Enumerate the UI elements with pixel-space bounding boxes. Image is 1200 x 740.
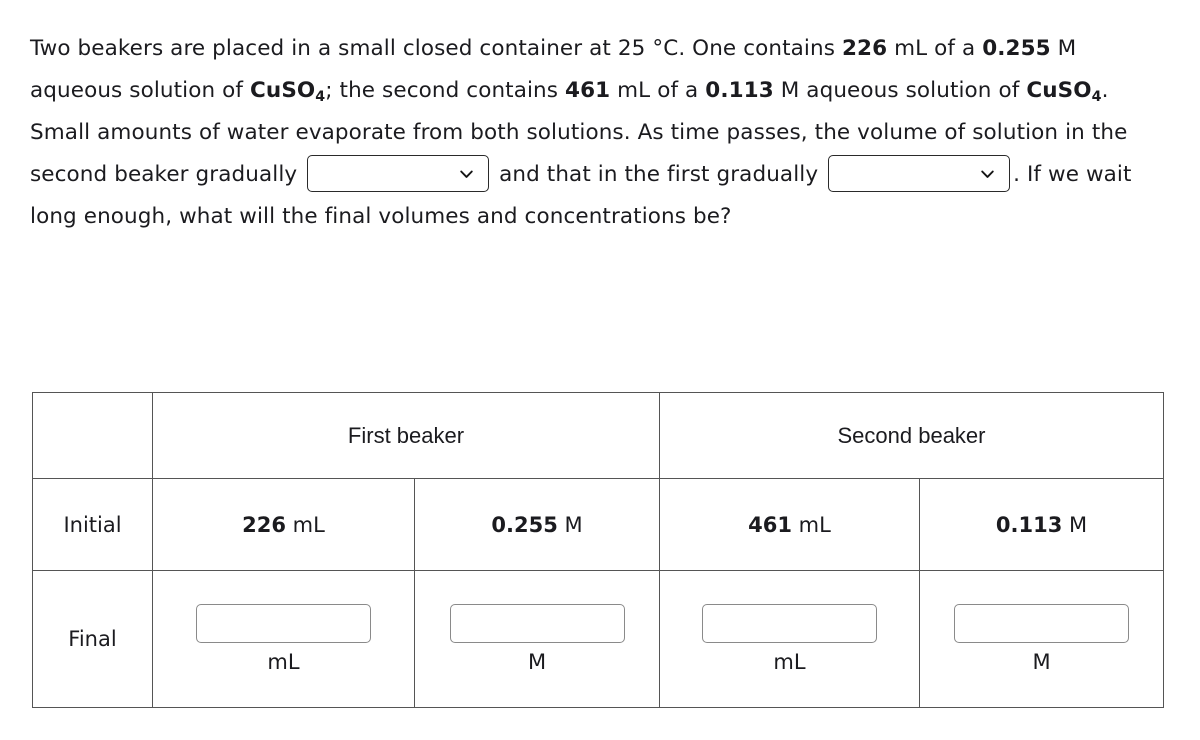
initial-volume-second-value: 461 [565, 78, 611, 103]
chevron-down-icon [979, 165, 996, 182]
question-paragraph: Two beakers are placed in a small closed… [30, 28, 1175, 238]
formula-subscript-first: 4 [315, 88, 326, 105]
final-second-concentration-cell: M [919, 570, 1164, 708]
chemical-formula-cuso4-first: CuSO4 [250, 78, 326, 105]
table-row-initial: Initial 226 mL 0.255 M 461 mL 0.113 M [32, 478, 1164, 571]
final-first-concentration-input[interactable] [449, 604, 625, 643]
final-second-volume-unit-label: mL [773, 650, 806, 674]
question-text-segment-6: M aqueous solution of [773, 78, 1027, 103]
chevron-down-icon [458, 165, 475, 182]
formula-main-second: CuSO [1026, 78, 1092, 103]
initial-volume-first-value: 226 [841, 36, 888, 61]
final-first-concentration-cell: M [414, 570, 660, 708]
final-first-concentration-unit-label: M [527, 650, 547, 674]
initial-first-volume-number: 226 [242, 512, 286, 537]
question-text-segment-5: mL of a [610, 78, 706, 103]
final-first-concentration-group: M [415, 571, 659, 707]
initial-second-volume-number: 461 [748, 512, 792, 537]
initial-first-concentration-cell: 0.255 M [414, 478, 660, 571]
question-text-segment-1: Two beakers are placed in a small closed… [30, 36, 842, 61]
initial-first-volume-unit: mL [286, 512, 325, 537]
table-header-row: First beaker Second beaker [32, 392, 1164, 479]
table-corner-blank-cell [32, 392, 153, 479]
final-second-volume-group: mL [660, 571, 919, 707]
initial-first-concentration-number: 0.255 [491, 512, 558, 537]
question-text-segment-8: and that in the first gradually [492, 162, 826, 187]
initial-concentration-first-value: 0.255 [982, 36, 1051, 61]
beaker-comparison-table: First beaker Second beaker Initial 226 m… [32, 392, 1164, 708]
initial-first-concentration-unit: M [557, 512, 583, 537]
formula-main-first: CuSO [250, 78, 316, 103]
second-beaker-trend-select[interactable] [307, 155, 490, 192]
final-second-volume-input[interactable] [702, 604, 877, 643]
question-text-segment-2: mL of a [887, 36, 983, 61]
final-second-concentration-group: M [920, 571, 1163, 707]
initial-second-concentration-unit: M [1062, 512, 1088, 537]
final-second-concentration-input[interactable] [954, 604, 1129, 643]
final-first-volume-input[interactable] [196, 604, 371, 643]
initial-concentration-second-value: 0.113 [705, 78, 774, 103]
table-row-final: Final mL M mL M [32, 570, 1164, 708]
column-header-second-beaker: Second beaker [659, 392, 1164, 479]
initial-second-volume-cell: 461 mL [659, 478, 920, 571]
final-second-concentration-unit-label: M [1032, 650, 1051, 674]
column-header-first-beaker: First beaker [152, 392, 660, 479]
chemical-formula-cuso4-second: CuSO4 [1026, 78, 1102, 105]
initial-first-volume-cell: 226 mL [152, 478, 415, 571]
final-first-volume-unit-label: mL [267, 650, 300, 674]
final-first-volume-cell: mL [152, 570, 415, 708]
initial-second-concentration-number: 0.113 [995, 512, 1063, 537]
initial-second-volume-unit: mL [792, 512, 831, 537]
final-first-volume-group: mL [153, 571, 414, 707]
row-label-initial: Initial [32, 478, 153, 571]
final-second-volume-cell: mL [659, 570, 920, 708]
row-label-final: Final [32, 570, 153, 708]
formula-subscript-second: 4 [1091, 88, 1102, 105]
first-beaker-trend-select[interactable] [828, 155, 1011, 192]
question-text-segment-4: ; the second contains [325, 78, 566, 103]
initial-second-concentration-cell: 0.113 M [919, 478, 1164, 571]
